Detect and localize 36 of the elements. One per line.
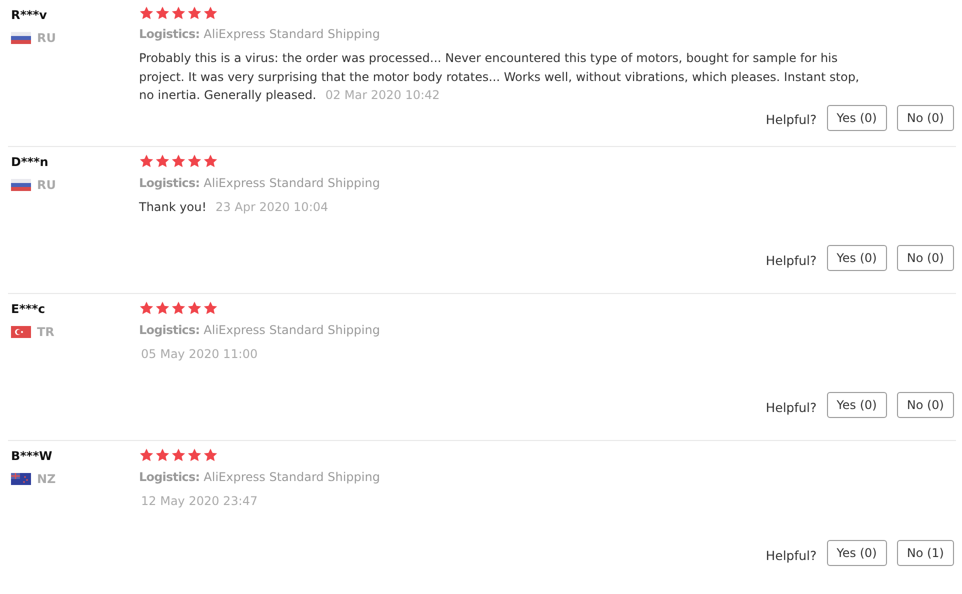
- yes-button[interactable]: Yes (0): [826, 540, 887, 566]
- striped-flag-icon: [11, 32, 31, 44]
- logistics-label: Logistics:: [139, 27, 200, 41]
- striped-flag-icon: [11, 179, 31, 191]
- no-button[interactable]: No (0): [896, 392, 954, 418]
- logistics-label: Logistics:: [139, 323, 200, 337]
- reviewer-name: R***v: [11, 8, 47, 22]
- shipping-method: AliExpress Standard Shipping: [204, 323, 380, 337]
- no-button[interactable]: No (1): [896, 540, 954, 566]
- yes-button[interactable]: Yes (0): [826, 104, 887, 130]
- review-date: 05 May 2020 11:00: [140, 346, 259, 363]
- helpful-label: Helpful?: [766, 548, 817, 562]
- review-date: 12 May 2020 23:47: [140, 493, 259, 510]
- country-code: TR: [37, 325, 54, 339]
- reviewer-name: E***c: [11, 302, 46, 316]
- country-code: RU: [37, 178, 56, 192]
- yes-button[interactable]: Yes (0): [826, 392, 887, 418]
- helpful-label: Helpful?: [766, 400, 817, 414]
- helpful-label: Helpful?: [766, 112, 817, 127]
- starred-flag-icon: [11, 473, 31, 485]
- country-code: RU: [37, 31, 56, 45]
- helpful-label: Helpful?: [766, 252, 817, 268]
- review-text: Thank you! 23 Apr 2020 10:04: [139, 199, 330, 216]
- crescent-flag-icon: [11, 326, 31, 338]
- shipping-method: AliExpress Standard Shipping: [204, 27, 380, 41]
- no-button[interactable]: No (0): [896, 104, 954, 130]
- shipping-method: AliExpress Standard Shipping: [204, 176, 380, 190]
- yes-button[interactable]: Yes (0): [826, 245, 887, 271]
- logistics-label: Logistics:: [139, 470, 200, 484]
- country-code: NZ: [37, 472, 56, 486]
- review-text: Probably this is a virus: the order was processed... Never encountered this type of motors, bought for sample for his project. It was very surprising that the motor body rotates... Works well, without vibrations, which pleases. Instant stop, no inertia. Generally pleased. 02 Mar 2020 10:42: [139, 50, 860, 104]
- no-button[interactable]: No (0): [896, 245, 954, 271]
- reviewer-name: D***n: [11, 155, 48, 169]
- reviewer-name: B***W: [11, 449, 52, 463]
- logistics-label: Logistics:: [139, 176, 200, 190]
- shipping-method: AliExpress Standard Shipping: [204, 470, 380, 484]
